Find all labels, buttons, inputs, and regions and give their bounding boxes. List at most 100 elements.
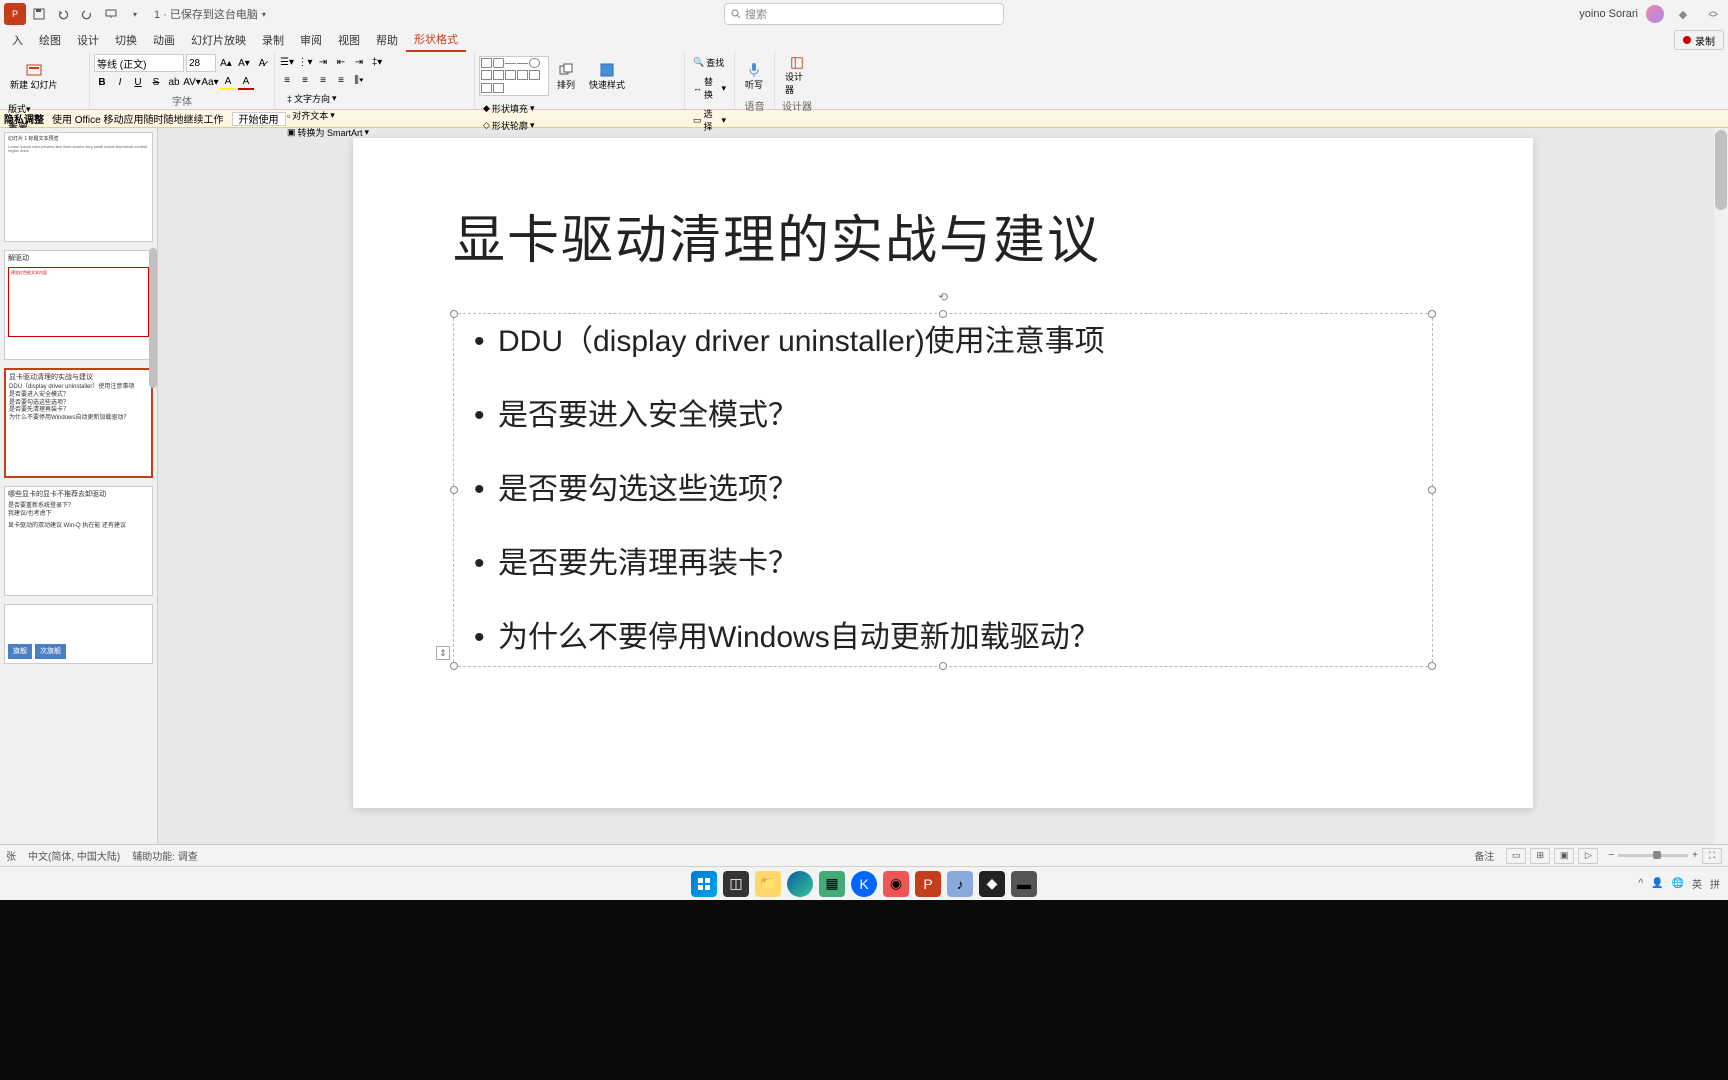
italic-button[interactable]: I <box>112 74 128 90</box>
app3-icon[interactable]: ◉ <box>883 871 909 897</box>
font-size-select[interactable] <box>186 54 216 72</box>
spacing-button[interactable]: AV▾ <box>184 74 200 90</box>
text-direction-button[interactable]: ‡ 文字方向▾ <box>283 90 373 107</box>
thumbnail-slide-5[interactable]: 旗舰 次旗舰 <box>4 604 153 664</box>
bullet-4[interactable]: 是否要先清理再装卡？ <box>474 546 1412 582</box>
app-menu-icon[interactable]: P <box>4 3 26 25</box>
start-button[interactable] <box>691 871 717 897</box>
font-name-select[interactable] <box>94 54 184 72</box>
arrange-button[interactable]: 排列 <box>551 54 581 98</box>
tab-shape-format[interactable]: 形状格式 <box>406 28 466 52</box>
redo-icon[interactable] <box>76 3 98 25</box>
handle-mr[interactable] <box>1428 486 1436 494</box>
record-button[interactable]: 录制 <box>1674 30 1724 50</box>
zoom-in-icon[interactable]: + <box>1692 850 1698 861</box>
justify-icon[interactable]: ≡ <box>333 72 349 88</box>
avatar[interactable] <box>1646 5 1664 23</box>
bullet-5[interactable]: 为什么不要停用Windows自动更新加载驱动？ <box>474 620 1412 656</box>
new-slide-button[interactable]: 新建 幻灯片 <box>4 54 64 98</box>
handle-tr[interactable] <box>1428 310 1436 318</box>
view-reading-icon[interactable]: ▣ <box>1554 848 1574 864</box>
tab-design[interactable]: 设计 <box>69 28 107 52</box>
app1-icon[interactable]: ▦ <box>819 871 845 897</box>
handle-br[interactable] <box>1428 662 1436 670</box>
content-placeholder[interactable]: ⟲ ⇕ DDU（display driver uninstaller)使用注意事… <box>453 313 1433 667</box>
increase-indent-icon[interactable]: ⇥ <box>351 54 367 70</box>
replace-button[interactable]: ↔ 替换▾ <box>689 73 730 103</box>
status-accessibility[interactable]: 辅助功能: 调查 <box>132 848 198 863</box>
tab-record[interactable]: 录制 <box>254 28 292 52</box>
thumbnail-slide-1[interactable]: 幻灯片 1 标题文本预览 Lorem ipsum mini preview te… <box>4 132 153 242</box>
tab-insert[interactable]: 入 <box>4 28 31 52</box>
ime-mode[interactable]: 拼 <box>1710 876 1720 891</box>
list-level-icon[interactable]: ⇥ <box>315 54 331 70</box>
font-color-icon[interactable]: A <box>238 74 254 90</box>
status-language[interactable]: 中文(简体, 中国大陆) <box>28 848 120 863</box>
view-slideshow-icon[interactable]: ▷ <box>1578 848 1598 864</box>
edge-icon[interactable] <box>787 871 813 897</box>
app2-icon[interactable]: K <box>851 871 877 897</box>
tray-app-icon[interactable]: 👤 <box>1651 878 1663 889</box>
bullet-1[interactable]: DDU（display driver uninstaller)使用注意事项 <box>474 324 1412 360</box>
help-icon[interactable] <box>1702 3 1724 25</box>
decrease-indent-icon[interactable]: ⇤ <box>333 54 349 70</box>
thumbnail-slide-4[interactable]: 哪些显卡的显卡不推荐去卸驱动 是否要重新系统登录下？ 我建议/也考虑下 显卡驱动… <box>4 486 153 596</box>
strikethrough-button[interactable]: S <box>148 74 164 90</box>
align-text-button[interactable]: ▫ 对齐文本▾ <box>283 107 373 124</box>
search-input[interactable]: 搜索 <box>724 3 1004 25</box>
view-normal-icon[interactable]: ▭ <box>1506 848 1526 864</box>
align-center-icon[interactable]: ≡ <box>297 72 313 88</box>
handle-tc[interactable] <box>939 310 947 318</box>
find-button[interactable]: 🔍 查找 <box>689 54 728 71</box>
numbering-icon[interactable]: ⋮▾ <box>297 54 313 70</box>
underline-button[interactable]: U <box>130 74 146 90</box>
app6-icon[interactable]: ◆ <box>979 871 1005 897</box>
tray-network-icon[interactable]: 🌐 <box>1672 878 1684 889</box>
tab-help[interactable]: 帮助 <box>368 28 406 52</box>
shadow-button[interactable]: ab <box>166 74 182 90</box>
handle-bc[interactable] <box>939 662 947 670</box>
canvas-scrollbar-thumb[interactable] <box>1715 130 1727 210</box>
tab-slideshow[interactable]: 幻灯片放映 <box>183 28 254 52</box>
line-spacing-icon[interactable]: ‡▾ <box>369 54 385 70</box>
status-notes[interactable]: 备注 <box>1474 848 1494 863</box>
tab-review[interactable]: 审阅 <box>292 28 330 52</box>
columns-icon[interactable]: ⫼▾ <box>351 72 367 88</box>
clear-format-icon[interactable]: A̷ <box>254 55 270 71</box>
handle-bl[interactable] <box>450 662 458 670</box>
view-sorter-icon[interactable]: ⊞ <box>1530 848 1550 864</box>
app5-icon[interactable]: ♪ <box>947 871 973 897</box>
ime-lang[interactable]: 英 <box>1692 876 1702 891</box>
collapse-icon[interactable]: ⇕ <box>436 646 450 660</box>
tab-transitions[interactable]: 切换 <box>107 28 145 52</box>
taskview-icon[interactable]: ◫ <box>723 871 749 897</box>
designer-button[interactable]: 设计器 <box>779 54 815 98</box>
present-icon[interactable] <box>100 3 122 25</box>
thumbs-scrollbar[interactable] <box>149 248 157 388</box>
qat-more-icon[interactable]: ▾ <box>124 3 146 25</box>
align-right-icon[interactable]: ≡ <box>315 72 331 88</box>
zoom-slider[interactable] <box>1618 854 1688 857</box>
fit-window-icon[interactable]: ⛶ <box>1702 848 1722 864</box>
save-icon[interactable] <box>28 3 50 25</box>
decrease-font-icon[interactable]: A▾ <box>236 55 252 71</box>
powerpoint-icon[interactable]: P <box>915 871 941 897</box>
doc-title-chevron-icon[interactable]: ▾ <box>262 10 266 19</box>
undo-icon[interactable] <box>52 3 74 25</box>
explorer-icon[interactable]: 📁 <box>755 871 781 897</box>
thumbnail-slide-3[interactable]: 显卡驱动清理的实战与建议 DDU（display driver uninstal… <box>4 368 153 478</box>
slide-canvas[interactable]: 显卡驱动清理的实战与建议 ⟲ ⇕ DDU（display driver unin… <box>353 138 1533 808</box>
bullet-2[interactable]: 是否要进入安全模式？ <box>474 398 1412 434</box>
zoom-out-icon[interactable]: − <box>1608 850 1614 861</box>
handle-tl[interactable] <box>450 310 458 318</box>
highlight-icon[interactable]: A <box>220 74 236 90</box>
tab-view[interactable]: 视图 <box>330 28 368 52</box>
info-bar-button[interactable]: 开始使用 <box>232 112 286 126</box>
case-button[interactable]: Aa▾ <box>202 74 218 90</box>
align-left-icon[interactable]: ≡ <box>279 72 295 88</box>
tab-draw[interactable]: 绘图 <box>31 28 69 52</box>
premium-icon[interactable]: ◆ <box>1672 3 1694 25</box>
bold-button[interactable]: B <box>94 74 110 90</box>
thumbnail-slide-2[interactable]: 解驱动 预览红色框文本内容 <box>4 250 153 360</box>
slide-title[interactable]: 显卡驱动清理的实战与建议 <box>453 198 1433 273</box>
